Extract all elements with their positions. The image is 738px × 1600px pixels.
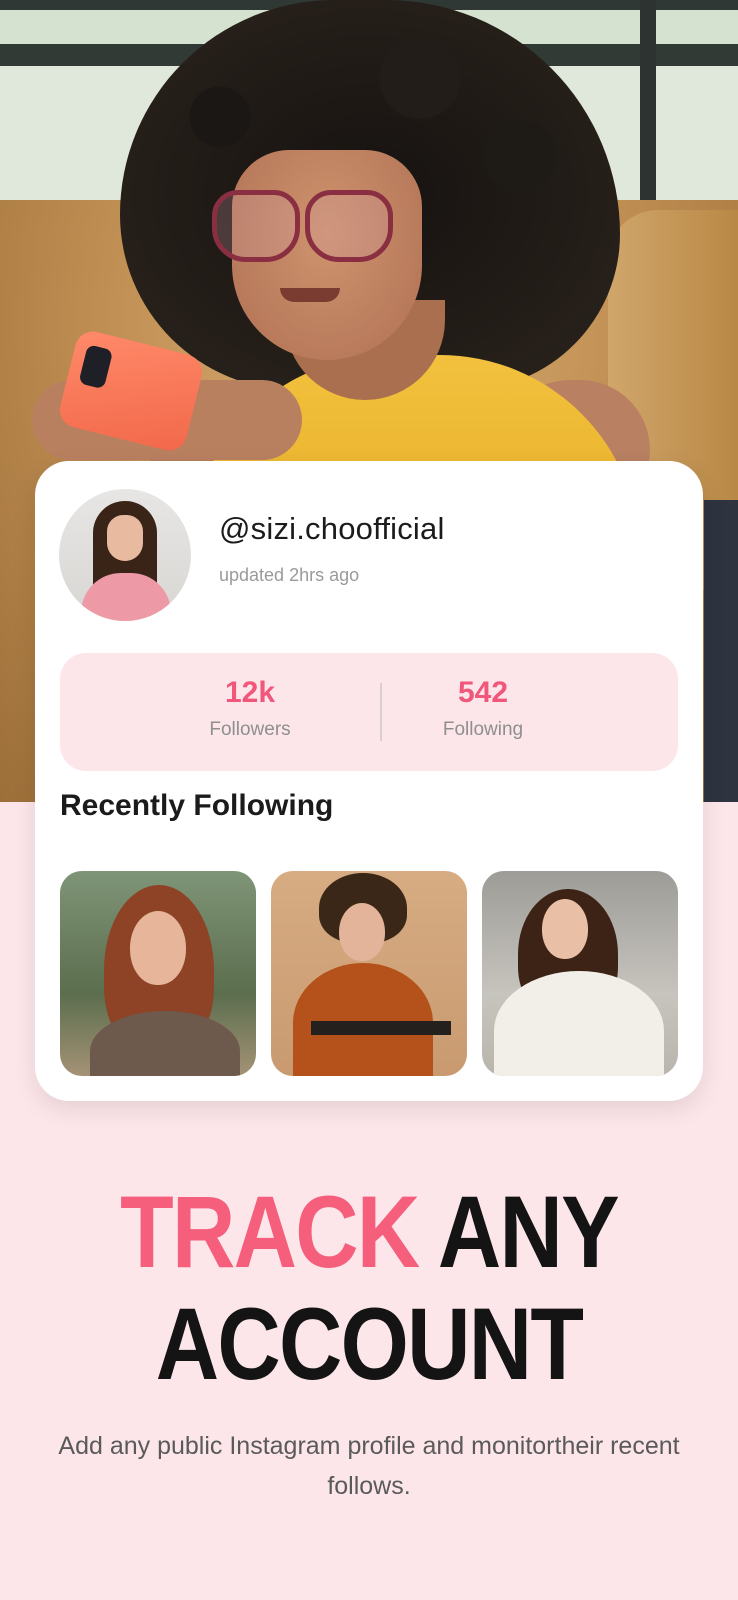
glasses-right-lens: [305, 190, 393, 262]
person-body: [494, 971, 664, 1076]
profile-avatar[interactable]: [59, 489, 191, 621]
headline: TRACK ANY ACCOUNT: [52, 1176, 687, 1400]
person-face: [130, 911, 186, 985]
followers-label: Followers: [209, 719, 291, 740]
woman-smile: [280, 288, 340, 302]
following-stat[interactable]: 542 Following: [383, 675, 583, 741]
person-face: [339, 903, 385, 961]
recently-following-title: Recently Following: [60, 789, 334, 822]
stats-panel: 12k Followers 542 Following: [60, 653, 678, 771]
headline-accent-word: TRACK: [120, 1175, 420, 1289]
profile-updated-time: updated 2hrs ago: [219, 565, 360, 585]
chair: [311, 1021, 451, 1035]
recent-follow-photo[interactable]: [482, 871, 678, 1076]
profile-username[interactable]: @sizi.choofficial: [219, 511, 445, 547]
avatar-face: [107, 515, 143, 561]
person-face: [542, 899, 588, 959]
recent-follow-photo[interactable]: [60, 871, 256, 1076]
following-label: Following: [442, 719, 524, 740]
subtitle: Add any public Instagram profile and mon…: [58, 1432, 680, 1500]
profile-card[interactable]: @sizi.choofficial updated 2hrs ago 12k F…: [35, 461, 703, 1101]
stats-divider: [380, 683, 382, 741]
recently-following-list: [60, 871, 678, 1076]
headline-line2: ACCOUNT: [155, 1287, 584, 1401]
person-body: [293, 963, 433, 1076]
followers-count: 12k: [224, 676, 276, 709]
recent-follow-photo[interactable]: [271, 871, 467, 1076]
followers-stat[interactable]: 12k Followers: [150, 675, 350, 741]
following-count: 542: [457, 676, 509, 709]
glasses-left-lens: [212, 190, 300, 262]
background-edge: [704, 500, 738, 802]
headline-line1-rest: ANY: [418, 1175, 620, 1289]
